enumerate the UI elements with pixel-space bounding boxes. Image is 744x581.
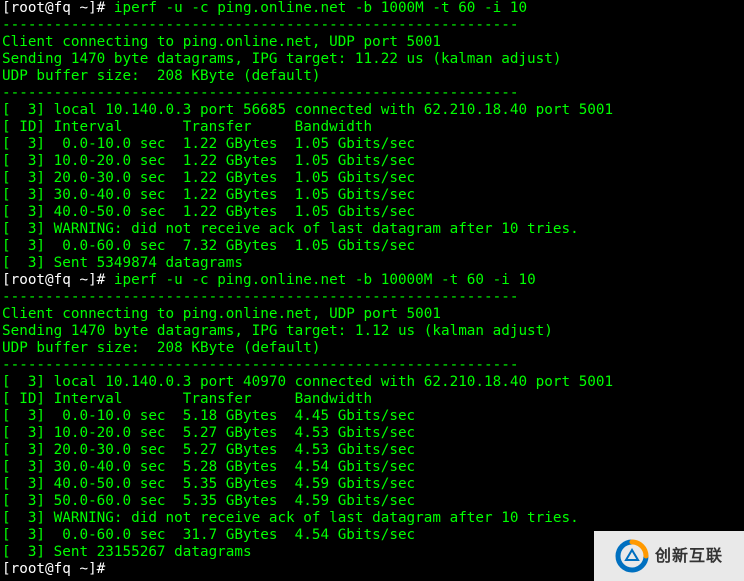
watermark-logo: 创新互联 (615, 539, 723, 573)
interval-row: [ 3] 30.0-40.0 sec 1.22 GBytes 1.05 Gbit… (2, 187, 415, 203)
watermark: 创新互联 (594, 531, 744, 581)
interval-row: [ 3] 0.0-10.0 sec 1.22 GBytes 1.05 Gbits… (2, 136, 415, 152)
interval-row: [ 3] 40.0-50.0 sec 5.35 GBytes 4.59 Gbit… (2, 476, 415, 492)
logo-icon (615, 539, 649, 573)
local-conn-line: [ 3] local 10.140.0.3 port 40970 connect… (2, 374, 613, 390)
divider: ----------------------------------------… (2, 289, 518, 305)
shell-prompt: [root@fq ~]# (2, 561, 114, 577)
shell-command: iperf -u -c ping.online.net -b 10000M -t… (114, 272, 536, 288)
shell-command: iperf -u -c ping.online.net -b 1000M -t … (114, 0, 527, 16)
client-connect-line: Client connecting to ping.online.net, UD… (2, 34, 441, 50)
summary-row: [ 3] 0.0-60.0 sec 7.32 GBytes 1.05 Gbits… (2, 238, 415, 254)
local-conn-line: [ 3] local 10.140.0.3 port 56685 connect… (2, 102, 613, 118)
udp-buffer-line: UDP buffer size: 208 KByte (default) (2, 68, 320, 84)
divider: ----------------------------------------… (2, 17, 518, 33)
sending-line: Sending 1470 byte datagrams, IPG target:… (2, 51, 561, 67)
divider: ----------------------------------------… (2, 357, 518, 373)
divider: ----------------------------------------… (2, 85, 518, 101)
shell-prompt: [root@fq ~]# (2, 272, 114, 288)
interval-row: [ 3] 10.0-20.0 sec 5.27 GBytes 4.53 Gbit… (2, 425, 415, 441)
watermark-text: 创新互联 (655, 548, 723, 565)
client-connect-line: Client connecting to ping.online.net, UD… (2, 306, 441, 322)
interval-row: [ 3] 50.0-60.0 sec 5.35 GBytes 4.59 Gbit… (2, 493, 415, 509)
sent-line: [ 3] Sent 23155267 datagrams (2, 544, 252, 560)
interval-row: [ 3] 10.0-20.0 sec 1.22 GBytes 1.05 Gbit… (2, 153, 415, 169)
sent-line: [ 3] Sent 5349874 datagrams (2, 255, 243, 271)
sending-line: Sending 1470 byte datagrams, IPG target:… (2, 323, 553, 339)
terminal-output[interactable]: [root@fq ~]# iperf -u -c ping.online.net… (0, 0, 744, 578)
interval-row: [ 3] 40.0-50.0 sec 1.22 GBytes 1.05 Gbit… (2, 204, 415, 220)
udp-buffer-line: UDP buffer size: 208 KByte (default) (2, 340, 320, 356)
interval-row: [ 3] 0.0-10.0 sec 5.18 GBytes 4.45 Gbits… (2, 408, 415, 424)
table-header: [ ID] Interval Transfer Bandwidth (2, 119, 372, 135)
table-header: [ ID] Interval Transfer Bandwidth (2, 391, 372, 407)
interval-row: [ 3] 20.0-30.0 sec 5.27 GBytes 4.53 Gbit… (2, 442, 415, 458)
interval-row: [ 3] 20.0-30.0 sec 1.22 GBytes 1.05 Gbit… (2, 170, 415, 186)
shell-prompt: [root@fq ~]# (2, 0, 114, 16)
warning-line: [ 3] WARNING: did not receive ack of las… (2, 221, 579, 237)
warning-line: [ 3] WARNING: did not receive ack of las… (2, 510, 579, 526)
interval-row: [ 3] 30.0-40.0 sec 5.28 GBytes 4.54 Gbit… (2, 459, 415, 475)
summary-row: [ 3] 0.0-60.0 sec 31.7 GBytes 4.54 Gbits… (2, 527, 415, 543)
